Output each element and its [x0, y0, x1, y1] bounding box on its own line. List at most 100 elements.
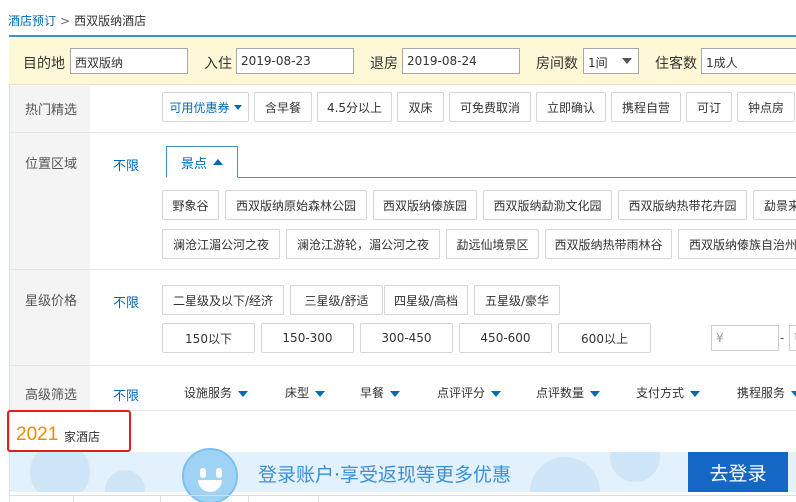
- filter-hourly-room-button[interactable]: 钟点房: [737, 92, 795, 122]
- filter-bed-type-label: 床型: [285, 386, 310, 400]
- chevron-down-icon: [315, 390, 326, 397]
- smiley-face-icon: [182, 448, 238, 502]
- price-option[interactable]: 150-300: [261, 323, 354, 353]
- price-option[interactable]: 150以下: [162, 323, 255, 353]
- star-option[interactable]: 三星级/舒适: [290, 285, 383, 315]
- attraction-item[interactable]: 澜沧江游轮，湄公河之夜: [286, 229, 440, 259]
- divider: [10, 132, 796, 133]
- decor-bubble: [530, 457, 600, 492]
- filter-free-cancel-button[interactable]: 可免费取消: [449, 92, 531, 122]
- attraction-item[interactable]: 西双版纳傣族自治州: [678, 229, 796, 259]
- location-unlimited-link[interactable]: 不限: [113, 155, 139, 174]
- filter-bed-type-dropdown[interactable]: 床型: [285, 384, 326, 401]
- tab-underline: [166, 177, 796, 178]
- smiley-eye: [200, 468, 206, 478]
- star-price-unlimited-link[interactable]: 不限: [113, 292, 139, 311]
- attraction-item[interactable]: 西双版纳原始森林公园: [225, 190, 367, 220]
- checkin-input[interactable]: 2019-08-23: [236, 48, 354, 74]
- attraction-item[interactable]: 西双版纳傣族园: [373, 190, 477, 220]
- chevron-down-icon: [590, 390, 601, 397]
- star-option[interactable]: 二星级及以下/经济: [162, 285, 284, 315]
- attraction-item[interactable]: 西双版纳热带雨林谷: [545, 229, 672, 259]
- tab-divider: [248, 495, 249, 502]
- destination-label: 目的地: [23, 56, 65, 72]
- attraction-item[interactable]: 勐远仙境景区: [446, 229, 539, 259]
- decor-bubble: [105, 470, 145, 492]
- attraction-item[interactable]: 澜沧江湄公河之夜: [162, 229, 280, 259]
- smiley-eye: [216, 468, 222, 478]
- search-bar: 目的地 西双版纳 入住 2019-08-23 退房 2019-08-24 房间数…: [9, 35, 796, 85]
- breadcrumb-hotel-booking-link[interactable]: 酒店预订: [8, 14, 56, 28]
- attraction-item[interactable]: 野象谷: [162, 190, 219, 220]
- location-label: 位置区域: [25, 157, 78, 172]
- filter-facilities-label: 设施服务: [184, 386, 233, 400]
- chevron-up-icon: [213, 159, 223, 165]
- checkin-label: 入住: [204, 56, 232, 72]
- attraction-item[interactable]: 西双版纳热带花卉园: [618, 190, 747, 220]
- breadcrumb-current: 西双版纳酒店: [74, 14, 147, 28]
- destination-input[interactable]: 西双版纳: [70, 48, 188, 74]
- price-option[interactable]: 300-450: [360, 323, 453, 353]
- attraction-item[interactable]: 西双版纳勐泐文化园: [483, 190, 612, 220]
- advanced-filter-label: 高级筛选: [25, 388, 78, 403]
- rooms-select-value: 1间: [588, 56, 608, 70]
- filter-payment-label: 支付方式: [636, 386, 685, 400]
- result-count-suffix: 家酒店: [64, 430, 101, 444]
- chevron-down-icon: [390, 390, 401, 397]
- chevron-down-icon: [690, 390, 701, 397]
- filter-review-count-dropdown[interactable]: 点评数量: [536, 384, 601, 401]
- filter-ctrip-self-button[interactable]: 携程自营: [611, 92, 681, 122]
- tab-divider: [160, 495, 161, 502]
- login-button[interactable]: 去登录: [688, 452, 788, 492]
- row-label-bg: [10, 270, 90, 365]
- filter-payment-dropdown[interactable]: 支付方式: [636, 384, 701, 401]
- rooms-label: 房间数: [536, 56, 578, 72]
- decor-bubble: [610, 452, 660, 482]
- divider: [10, 365, 796, 366]
- tab-divider: [318, 495, 319, 502]
- checkout-label: 退房: [370, 56, 398, 72]
- price-range-dash: -: [780, 331, 785, 345]
- checkout-input[interactable]: 2019-08-24: [402, 48, 520, 74]
- rooms-select[interactable]: 1间: [583, 48, 639, 74]
- star-option[interactable]: 五星级/豪华: [474, 285, 560, 315]
- breadcrumb: 酒店预订 > 西双版纳酒店: [8, 12, 146, 29]
- price-max-input[interactable]: ¥: [789, 325, 796, 351]
- filter-coupon-label: 可用优惠券: [169, 100, 230, 115]
- tab-divider: [73, 495, 74, 502]
- filter-instant-confirm-button[interactable]: 立即确认: [536, 92, 606, 122]
- chevron-down-icon: [238, 390, 249, 397]
- banner-text: 登录账户·享受返现等更多优惠: [258, 464, 512, 486]
- filter-breakfast-dropdown[interactable]: 早餐: [360, 384, 401, 401]
- login-promo-banner: 登录账户·享受返现等更多优惠: [10, 452, 796, 492]
- filter-ctrip-service-label: 携程服务: [737, 386, 786, 400]
- filter-rating-button[interactable]: 4.5分以上: [317, 92, 392, 122]
- chevron-down-icon: [233, 104, 242, 110]
- sort-tab-strip: [10, 495, 796, 502]
- filter-review-count-label: 点评数量: [536, 386, 585, 400]
- attraction-item[interactable]: 勐景来: [753, 190, 796, 220]
- filter-breakfast-label: 早餐: [360, 386, 385, 400]
- chevron-down-icon: [491, 390, 502, 397]
- advanced-unlimited-link[interactable]: 不限: [113, 385, 139, 404]
- filter-twin-bed-button[interactable]: 双床: [397, 92, 444, 122]
- tab-attractions[interactable]: 景点: [166, 146, 238, 178]
- price-option[interactable]: 600以上: [558, 323, 651, 353]
- filter-review-score-label: 点评评分: [437, 386, 486, 400]
- price-min-input[interactable]: ¥: [711, 325, 779, 351]
- guests-input[interactable]: 1成人: [701, 48, 796, 74]
- decor-bubble: [30, 452, 90, 492]
- filter-bookable-button[interactable]: 可订: [686, 92, 732, 122]
- filter-facilities-dropdown[interactable]: 设施服务: [184, 384, 249, 401]
- result-count: 2021: [16, 424, 59, 445]
- star-price-label: 星级价格: [25, 294, 78, 309]
- filter-breakfast-button[interactable]: 含早餐: [254, 92, 312, 122]
- smiley-mouth: [198, 480, 222, 492]
- filter-ctrip-service-dropdown[interactable]: 携程服务: [737, 384, 796, 401]
- filter-review-score-dropdown[interactable]: 点评评分: [437, 384, 502, 401]
- star-option[interactable]: 四星级/高档: [384, 285, 468, 315]
- price-option[interactable]: 450-600: [459, 323, 552, 353]
- hot-picks-label: 热门精选: [25, 103, 78, 118]
- guests-label: 住客数: [655, 56, 697, 72]
- filter-coupon-button[interactable]: 可用优惠券: [162, 92, 249, 122]
